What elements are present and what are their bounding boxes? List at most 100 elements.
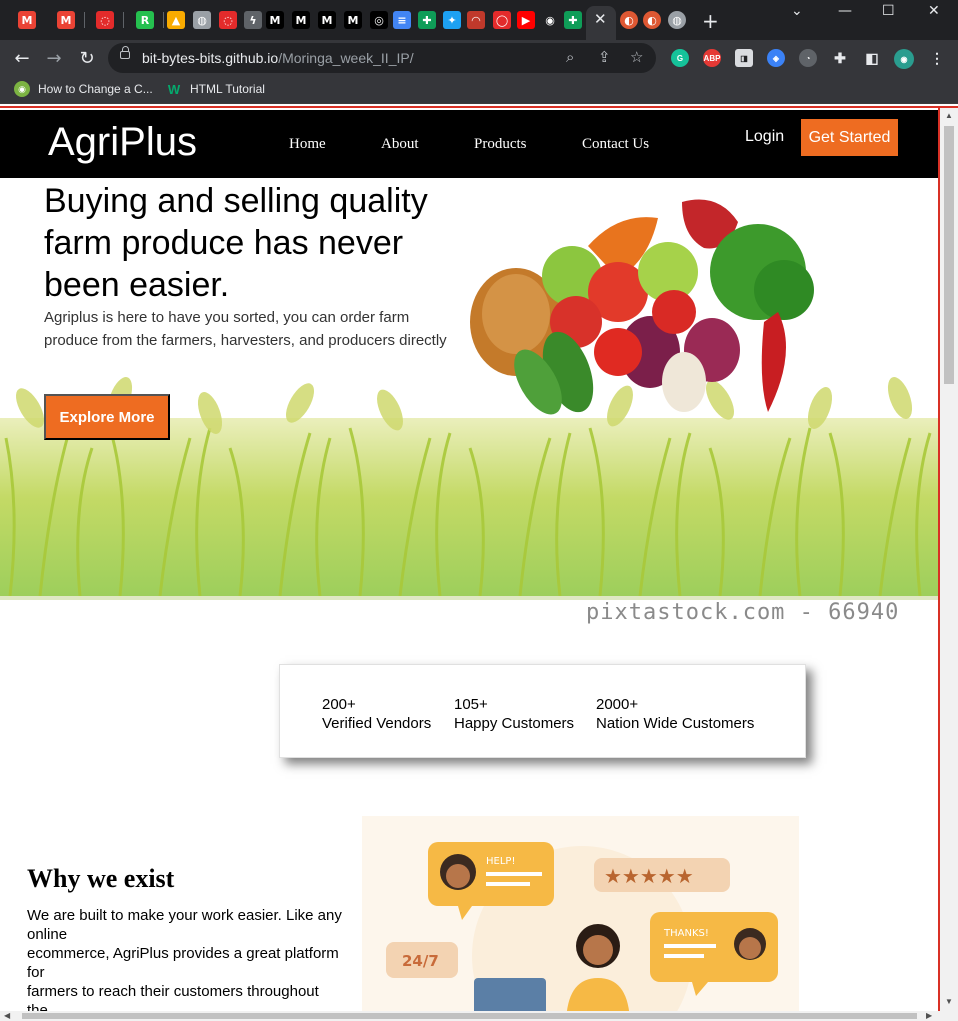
- nav-home[interactable]: Home: [289, 136, 326, 153]
- twitter-icon[interactable]: ✦: [443, 11, 461, 29]
- duckduckgo-icon[interactable]: ◐: [620, 11, 638, 29]
- tab-strip: M M ◌ R ▲ ◍ ◌ ϟ M M M M ◎ ≡ ✚ ✦ ◠ ◯ ▶ ◉ ✚ ✕ ◐ ◐ ◍ + ⌄ — ☐ ✕: [0, 0, 958, 40]
- why-line: ecommerce, AgriPlus provides a great pla…: [27, 945, 339, 962]
- horizontal-scrollbar[interactable]: ◀ ▶: [0, 1011, 958, 1021]
- youtube-icon[interactable]: ▶: [517, 11, 535, 29]
- stat-label: Verified Vendors: [322, 715, 432, 732]
- why-line: We are built to make your work easier. L…: [27, 907, 342, 924]
- stat-value: 2000+: [596, 696, 639, 713]
- bookmarks-bar: ◉ How to Change a C... W HTML Tutorial: [0, 76, 958, 104]
- scroll-down-icon[interactable]: ▼: [945, 997, 953, 1006]
- opera-icon[interactable]: ◌: [219, 11, 237, 29]
- bookmark-label: HTML Tutorial: [190, 82, 265, 96]
- new-tab-icon[interactable]: +: [702, 9, 719, 33]
- bookmark-item-html-tutorial[interactable]: W HTML Tutorial: [166, 81, 265, 97]
- scroll-left-icon[interactable]: ◀: [4, 1011, 10, 1020]
- close-tab-icon[interactable]: ✕: [594, 10, 607, 28]
- scroll-up-icon[interactable]: ▲: [945, 111, 953, 120]
- m-icon[interactable]: M: [318, 11, 336, 29]
- globe-icon[interactable]: ◍: [193, 11, 211, 29]
- tab-separator: [84, 12, 85, 28]
- bookmark-star-icon[interactable]: ☆: [630, 48, 643, 66]
- explore-more-button[interactable]: Explore More: [44, 394, 170, 440]
- oval-icon[interactable]: ◯: [493, 11, 511, 29]
- forward-icon[interactable]: →: [42, 46, 66, 70]
- m-icon[interactable]: M: [292, 11, 310, 29]
- stat-label: Happy Customers: [454, 715, 575, 732]
- close-window-icon[interactable]: ✕: [928, 3, 940, 19]
- menu-kebab-icon[interactable]: ⋮: [928, 49, 946, 67]
- shield-icon[interactable]: ◨: [735, 49, 753, 67]
- plus-green-icon[interactable]: ✚: [418, 11, 436, 29]
- docs-icon[interactable]: ≡: [393, 11, 411, 29]
- bookmark-favicon-icon: ◉: [14, 81, 30, 97]
- site-header: AgriPlus Home About Products Contact Us …: [0, 110, 938, 178]
- google-drive-icon[interactable]: ▲: [167, 11, 185, 29]
- url-text[interactable]: bit-bytes-bits.github.io/Moringa_week_II…: [142, 50, 414, 66]
- globe-icon[interactable]: ◍: [668, 11, 686, 29]
- share-icon[interactable]: ⇪: [598, 48, 611, 66]
- scroll-right-icon[interactable]: ▶: [926, 1011, 932, 1020]
- bookmark-item-change[interactable]: ◉ How to Change a C...: [14, 81, 153, 97]
- vertical-scroll-thumb[interactable]: [944, 126, 954, 384]
- plus-green-icon[interactable]: ✚: [564, 11, 582, 29]
- gmail-icon[interactable]: M: [57, 11, 75, 29]
- side-panel-icon[interactable]: ◧: [863, 49, 881, 67]
- rating-stars-icon: ★★★★★: [604, 864, 694, 888]
- nav-products[interactable]: Products: [474, 136, 527, 153]
- get-started-button[interactable]: Get Started: [801, 119, 898, 156]
- bookmark-label: How to Change a C...: [38, 82, 153, 96]
- profile-avatar-icon[interactable]: ◉: [894, 49, 914, 69]
- address-bar[interactable]: bit-bytes-bits.github.io/Moringa_week_II…: [108, 43, 656, 73]
- compass-icon[interactable]: ◈: [767, 49, 785, 67]
- why-line: farmers to reach their customers through…: [27, 983, 319, 1000]
- hero-description: Agriplus is here to have you sorted, you…: [44, 309, 447, 349]
- opera-icon[interactable]: ◌: [96, 11, 114, 29]
- circle-icon[interactable]: ◎: [370, 11, 388, 29]
- maximize-icon[interactable]: ☐: [882, 3, 895, 19]
- grammarly-icon[interactable]: G: [671, 49, 689, 67]
- stats-icon[interactable]: ◔: [799, 49, 817, 67]
- back-icon[interactable]: ←: [10, 46, 34, 70]
- page-viewport: AgriPlus Home About Products Contact Us …: [0, 106, 958, 1021]
- stat-value: 105+: [454, 696, 488, 713]
- duckduckgo-icon[interactable]: ◐: [643, 11, 661, 29]
- reload-icon[interactable]: ↻: [75, 46, 99, 70]
- adblock-icon[interactable]: ABP: [703, 49, 721, 67]
- stat-nationwide-customers: 2000+ Nation Wide Customers: [596, 695, 754, 733]
- tab-separator: [163, 12, 164, 28]
- github-icon[interactable]: ◉: [541, 11, 559, 29]
- bolt-icon[interactable]: ϟ: [244, 11, 262, 29]
- zoom-icon[interactable]: ⌕: [566, 48, 574, 66]
- why-description: We are built to make your work easier. L…: [27, 906, 367, 1020]
- gauge-icon[interactable]: ◠: [467, 11, 485, 29]
- gmail-icon[interactable]: M: [18, 11, 36, 29]
- support-illustration-art: HELP! ★★★★★ THANKS! 24/7: [386, 842, 778, 1021]
- horizontal-scroll-thumb[interactable]: [22, 1013, 917, 1019]
- m-icon[interactable]: M: [266, 11, 284, 29]
- why-title: Why we exist: [27, 864, 175, 893]
- minimize-icon[interactable]: —: [838, 3, 852, 19]
- bubble-thanks-text: THANKS!: [663, 928, 709, 939]
- tab-search-icon[interactable]: ⌄: [791, 3, 803, 19]
- stat-label: Nation Wide Customers: [596, 715, 755, 732]
- stat-happy-customers: 105+ Happy Customers: [454, 695, 574, 733]
- image-watermark: pixtastock.com - 66940: [586, 600, 900, 625]
- m-icon[interactable]: M: [344, 11, 362, 29]
- rc-icon[interactable]: R: [136, 11, 154, 29]
- hero-title: Buying and selling quality farm produce …: [44, 182, 428, 304]
- login-link[interactable]: Login: [745, 128, 784, 146]
- lock-icon[interactable]: [120, 46, 130, 59]
- support-illustration: HELP! ★★★★★ THANKS! 24/7: [362, 816, 799, 1021]
- brand-logo[interactable]: AgriPlus: [48, 120, 197, 165]
- vertical-scrollbar[interactable]: ▲ ▼: [940, 108, 958, 1011]
- stat-value: 200+: [322, 696, 356, 713]
- vegetables-image: [470, 199, 814, 415]
- bubble-help-text: HELP!: [486, 856, 515, 867]
- stat-vendors: 200+ Verified Vendors: [322, 695, 431, 733]
- extensions-icon[interactable]: ✚: [831, 49, 849, 67]
- url-host: bit-bytes-bits.github.io: [142, 50, 279, 66]
- browser-toolbar: ← → ↻ bit-bytes-bits.github.io/Moringa_w…: [0, 40, 958, 76]
- nav-contact[interactable]: Contact Us: [582, 136, 649, 153]
- nav-about[interactable]: About: [381, 136, 419, 153]
